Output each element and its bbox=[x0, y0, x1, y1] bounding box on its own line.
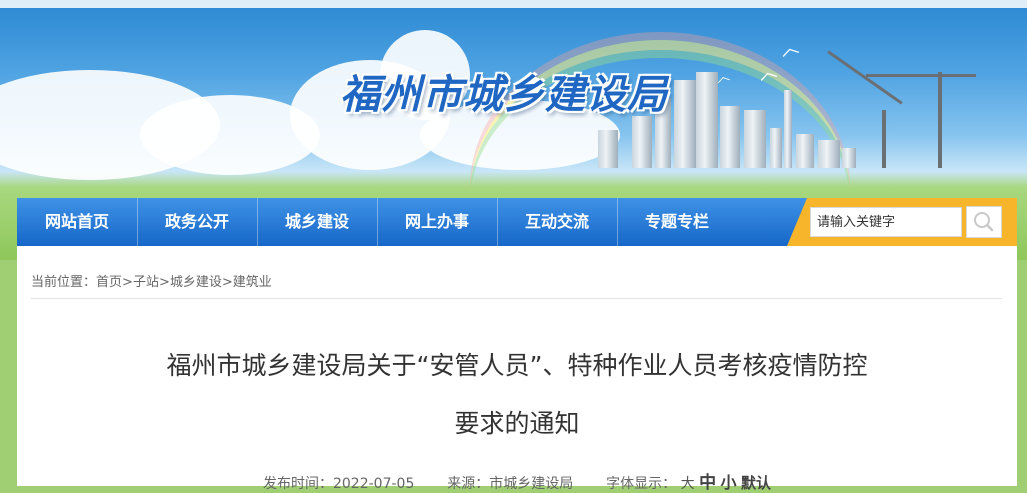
search-icon bbox=[974, 212, 994, 232]
breadcrumb-link-home[interactable]: 首页 bbox=[96, 275, 122, 290]
building-decoration bbox=[770, 128, 782, 168]
search-button[interactable] bbox=[966, 206, 1002, 238]
building-decoration bbox=[744, 110, 766, 168]
font-size-default-button[interactable]: 默认 bbox=[741, 474, 771, 492]
nav-item-special-topics[interactable]: 专题专栏 bbox=[617, 198, 737, 246]
nav-item-interaction[interactable]: 互动交流 bbox=[497, 198, 618, 246]
building-decoration bbox=[696, 72, 718, 168]
building-decoration bbox=[818, 140, 840, 168]
crane-decoration bbox=[827, 50, 903, 105]
font-size-large-button[interactable]: 大 bbox=[681, 476, 695, 492]
breadcrumb-separator: > bbox=[221, 275, 233, 290]
font-size-label: 字体显示： bbox=[606, 476, 677, 492]
breadcrumb-prefix: 当前位置： bbox=[31, 275, 97, 290]
font-size-medium-button[interactable]: 中 bbox=[699, 473, 716, 493]
building-decoration bbox=[720, 106, 740, 168]
building-decoration bbox=[784, 90, 792, 168]
article-title-line2: 要求的通知 bbox=[454, 409, 580, 438]
crane-decoration bbox=[938, 72, 942, 168]
breadcrumb-divider bbox=[31, 298, 1002, 299]
font-size-small-button[interactable]: 小 bbox=[721, 473, 737, 492]
publish-date: 2022-07-05 bbox=[332, 476, 415, 492]
breadcrumb-separator: > bbox=[122, 275, 133, 290]
publish-label: 发布时间： bbox=[262, 476, 333, 492]
source-value: 市城乡建设局 bbox=[489, 476, 574, 492]
crane-decoration bbox=[882, 110, 886, 168]
search-input[interactable] bbox=[810, 207, 962, 237]
article-title-line1: 福州市城乡建设局关于“安管人员”、特种作业人员考核疫情防控 bbox=[166, 351, 868, 380]
nav-item-home[interactable]: 网站首页 bbox=[17, 198, 138, 246]
nav-item-government-affairs[interactable]: 政务公开 bbox=[137, 198, 258, 246]
breadcrumb: 当前位置：首页>子站>城乡建设>建筑业 bbox=[31, 271, 272, 290]
building-decoration bbox=[598, 130, 618, 168]
content-panel: 当前位置：首页>子站>城乡建设>建筑业 福州市城乡建设局关于“安管人员”、特种作… bbox=[17, 246, 1017, 493]
banner-top-line bbox=[0, 0, 1027, 8]
bird-decoration: ︿ bbox=[777, 35, 801, 61]
site-title: 福州市城乡建设局 bbox=[340, 72, 668, 118]
breadcrumb-link-urban-rural[interactable]: 城乡建设 bbox=[170, 275, 222, 290]
nav-item-urban-rural-construction[interactable]: 城乡建设 bbox=[257, 198, 378, 246]
building-decoration bbox=[632, 116, 652, 168]
article-meta: 发布时间：2022-07-05 来源：市城乡建设局 字体显示： 大 中 小 默认 bbox=[17, 468, 1017, 493]
building-decoration bbox=[674, 80, 696, 168]
breadcrumb-link-construction-industry[interactable]: 建筑业 bbox=[233, 275, 272, 290]
source-label: 来源： bbox=[447, 476, 490, 492]
breadcrumb-separator: > bbox=[158, 275, 170, 290]
nav-item-online-services[interactable]: 网上办事 bbox=[377, 198, 498, 246]
building-decoration bbox=[796, 134, 814, 168]
breadcrumb-link-substation[interactable]: 子站 bbox=[133, 275, 159, 290]
building-decoration bbox=[842, 148, 856, 168]
crane-decoration bbox=[866, 74, 976, 77]
